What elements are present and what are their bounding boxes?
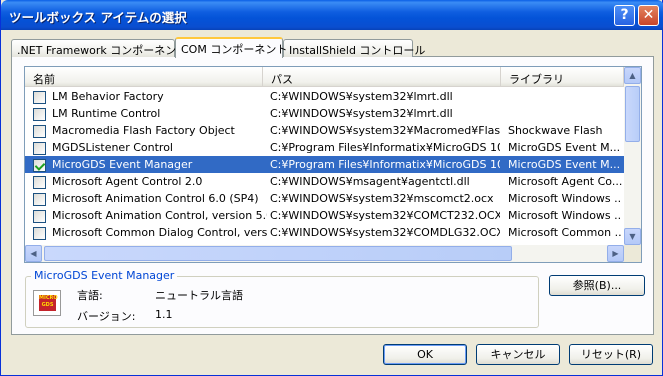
list-item[interactable]: LM Runtime Control C:¥WINDOWS¥system32¥lm… [25,105,624,122]
list-item[interactable]: LM Behavior Factory C:¥WINDOWS¥system32¥l… [25,88,624,105]
window-title: ツールボックス アイテムの選択 [9,10,187,25]
item-checkbox[interactable] [33,176,46,189]
item-checkbox[interactable] [33,142,46,155]
list-item[interactable]: Microsoft Animation Control 6.0 (SP4) C:¥… [25,190,624,207]
ok-button[interactable]: OK [383,344,467,365]
scroll-left-button[interactable]: ◀ [25,245,42,262]
item-name: Macromedia Flash Factory Object [52,124,235,137]
scroll-down-button[interactable]: ▼ [624,228,641,245]
scroll-up-icon: ▲ [629,71,636,80]
list-item[interactable]: Microsoft Animation Control, version 5.0… [25,207,624,224]
tab-installshield[interactable]: InstallShield コントロール [283,39,425,57]
language-value: ニュートラル言語 [155,289,243,302]
cancel-button-label: キャンセル [490,348,546,361]
item-checkbox[interactable] [33,125,46,138]
item-checkbox[interactable] [33,210,46,223]
cancel-button[interactable]: キャンセル [476,344,560,365]
tab-com-components[interactable]: COM コンポーネント [175,37,287,58]
scroll-up-button[interactable]: ▲ [624,67,641,84]
tab-label: .NET Framework コンポーネント [17,44,188,57]
column-header-name[interactable]: 名前 [25,67,263,87]
details-group-title: MicroGDS Event Manager [31,269,178,282]
item-library: MicroGDS Event M... [508,158,621,171]
component-list[interactable]: 名前 パス ライブラリ LM Behavior Factory C:¥WINDOW… [24,66,642,263]
help-button[interactable]: ? [614,5,635,26]
item-path: C:¥WINDOWS¥system32¥lmrt.dll [270,90,453,103]
item-checkbox[interactable] [33,108,46,121]
column-header-label: パス [271,73,293,86]
scroll-right-icon: ▶ [612,249,619,258]
item-name: Microsoft Animation Control 6.0 (SP4) [52,192,259,205]
scrollbar-corner [624,245,641,262]
item-path: C:¥WINDOWS¥system32¥Macromed¥Flash... [270,124,500,137]
horizontal-scroll-thumb[interactable] [44,246,512,261]
close-icon: ✕ [642,7,655,23]
item-path: C:¥WINDOWS¥system32¥COMCT232.OCX [270,209,500,222]
item-path: C:¥Program Files¥Informatix¥MicroGDS 10.… [270,158,500,171]
item-name: MGDSListener Control [52,141,173,154]
version-value: 1.1 [155,308,173,321]
item-path: C:¥WINDOWS¥system32¥mscomct2.ocx [270,192,494,205]
item-name: MicroGDS Event Manager [52,158,193,171]
title-bar[interactable]: ツールボックス アイテムの選択 ? ✕ [1,0,663,30]
item-checkbox[interactable] [33,159,46,172]
list-item[interactable]: Macromedia Flash Factory Object C:¥WINDOW… [25,122,624,139]
item-name: LM Runtime Control [52,107,161,120]
item-name: Microsoft Agent Control 2.0 [52,175,203,188]
list-item[interactable]: Microsoft Common Dialog Control, versi..… [25,224,624,241]
list-item[interactable]: MGDSListener Control C:¥Program Files¥Inf… [25,139,624,156]
browse-button-label: 参照(B)... [572,279,622,292]
scroll-right-button[interactable]: ▶ [607,245,624,262]
list-item[interactable]: Microsoft Agent Control 2.0 C:¥WINDOWS¥ms… [25,173,624,190]
item-checkbox[interactable] [33,227,46,240]
item-checkbox[interactable] [33,91,46,104]
reset-button-label: リセット(R) [580,348,642,361]
scroll-down-icon: ▼ [629,232,636,241]
item-name: Microsoft Common Dialog Control, versi..… [52,226,267,239]
item-library: Microsoft Windows ... [508,209,622,222]
browse-button[interactable]: 参照(B)... [549,275,645,296]
vertical-scroll-thumb[interactable] [625,86,640,142]
ok-button-label: OK [417,348,433,361]
item-path: C:¥Program Files¥Informatix¥MicroGDS 10.… [270,141,500,154]
version-label: バージョン: [77,310,136,323]
column-header-label: ライブラリ [509,73,564,86]
item-library: Microsoft Agent Co... [508,175,622,188]
item-library: Microsoft Common ... [508,226,622,239]
item-path: C:¥WINDOWS¥system32¥COMDLG32.OCX [270,226,500,239]
item-library: MicroGDS Event M... [508,141,621,154]
item-library: Microsoft Windows ... [508,192,622,205]
help-icon: ? [620,7,629,23]
close-button[interactable]: ✕ [638,5,659,26]
language-label: 言語: [77,289,103,302]
component-icon: MICRO GDS [33,290,61,316]
dialog-window: ツールボックス アイテムの選択 ? ✕ .NET Framework コンポーネ… [0,0,663,376]
column-header-library[interactable]: ライブラリ [501,67,624,87]
item-library: Shockwave Flash [508,124,603,137]
component-logo: MICRO GDS [39,295,58,311]
item-checkbox[interactable] [33,193,46,206]
horizontal-scrollbar[interactable]: ◀ ▶ [25,245,624,262]
list-item[interactable]: MicroGDS Event Manager C:¥Program Files¥I… [25,156,624,173]
scroll-left-icon: ◀ [30,249,37,258]
tab-label: InstallShield コントロール [289,44,426,57]
item-path: C:¥WINDOWS¥msagent¥agentctl.dll [270,175,470,188]
tab-label: COM コンポーネント [181,43,288,56]
column-header-label: 名前 [33,73,55,86]
item-name: Microsoft Animation Control, version 5.0… [52,209,267,222]
item-name: LM Behavior Factory [52,90,164,103]
item-path: C:¥WINDOWS¥system32¥lmrt.dll [270,107,453,120]
column-header-path[interactable]: パス [263,67,501,87]
reset-button[interactable]: リセット(R) [569,344,653,365]
tab-net-framework[interactable]: .NET Framework コンポーネント [11,39,187,57]
vertical-scrollbar[interactable]: ▲ ▼ [624,67,641,245]
